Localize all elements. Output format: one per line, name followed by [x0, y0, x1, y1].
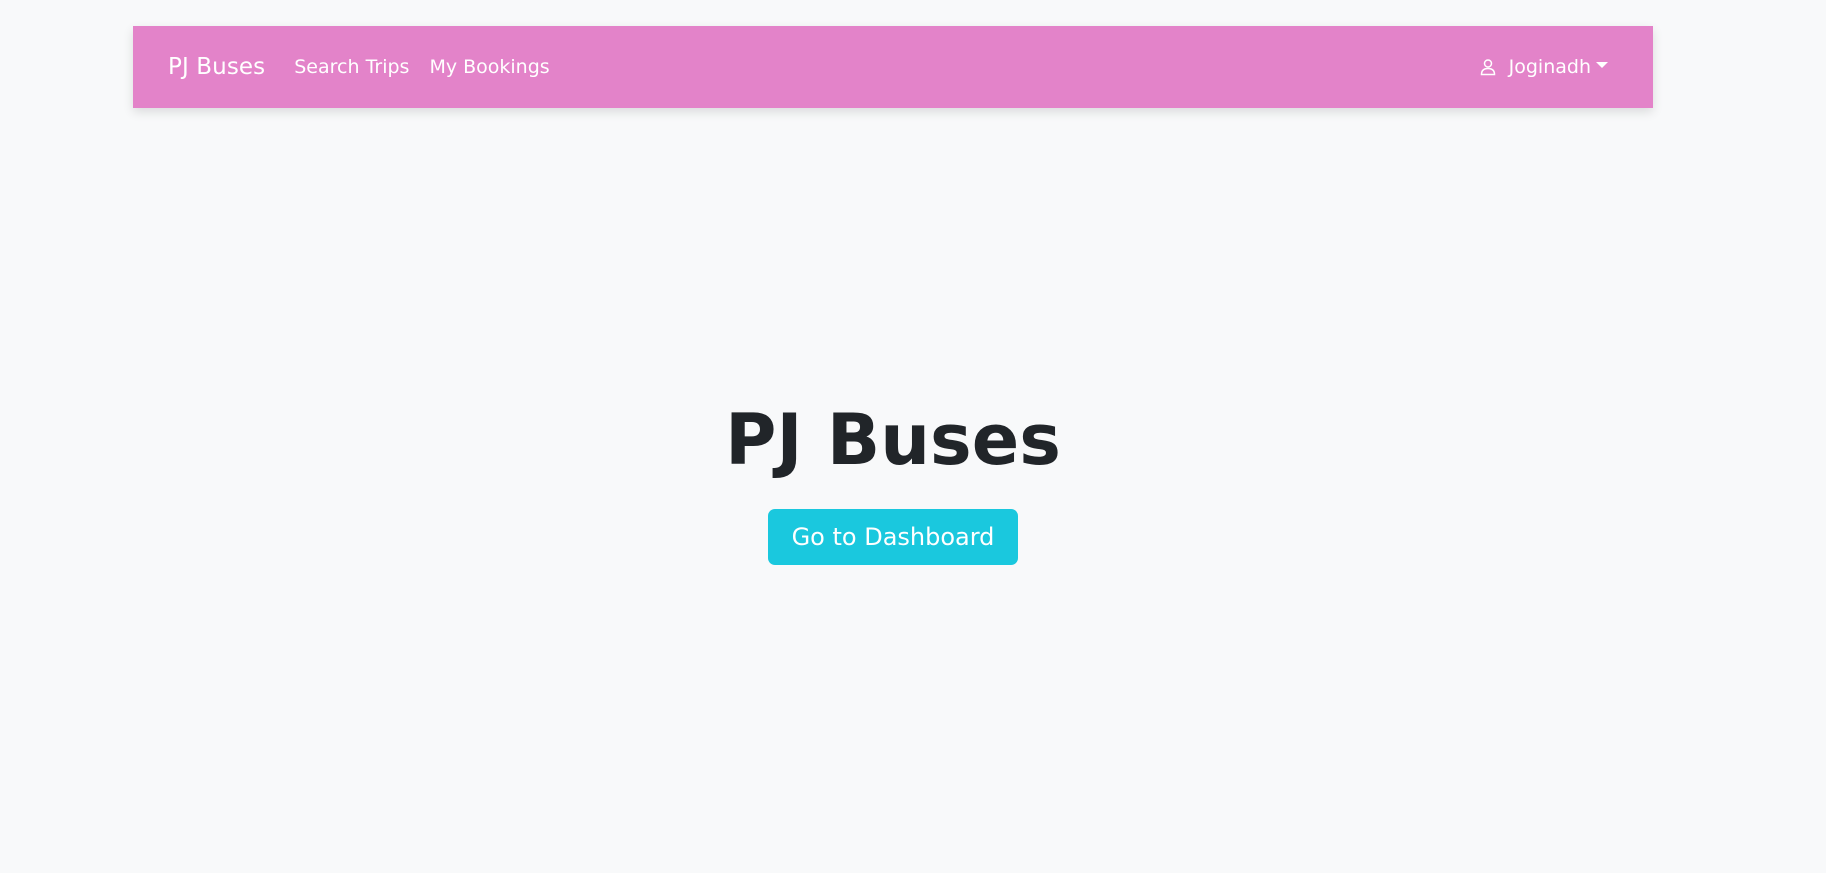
nav-link-search-trips[interactable]: Search Trips	[294, 56, 409, 78]
top-navbar: PJ Buses Search Trips My Bookings Jogina…	[133, 26, 1653, 108]
chevron-down-icon	[1596, 62, 1608, 68]
user-menu-dropdown[interactable]: Joginadh	[1479, 56, 1608, 78]
nav-links: Search Trips My Bookings	[294, 56, 569, 78]
go-to-dashboard-button[interactable]: Go to Dashboard	[767, 508, 1019, 565]
user-name: Joginadh	[1508, 56, 1591, 78]
hero-section: PJ Buses Go to Dashboard	[0, 400, 1786, 565]
nav-link-my-bookings[interactable]: My Bookings	[429, 56, 549, 78]
user-icon	[1479, 58, 1497, 76]
brand-link[interactable]: PJ Buses	[168, 54, 265, 80]
page-title: PJ Buses	[725, 399, 1061, 481]
